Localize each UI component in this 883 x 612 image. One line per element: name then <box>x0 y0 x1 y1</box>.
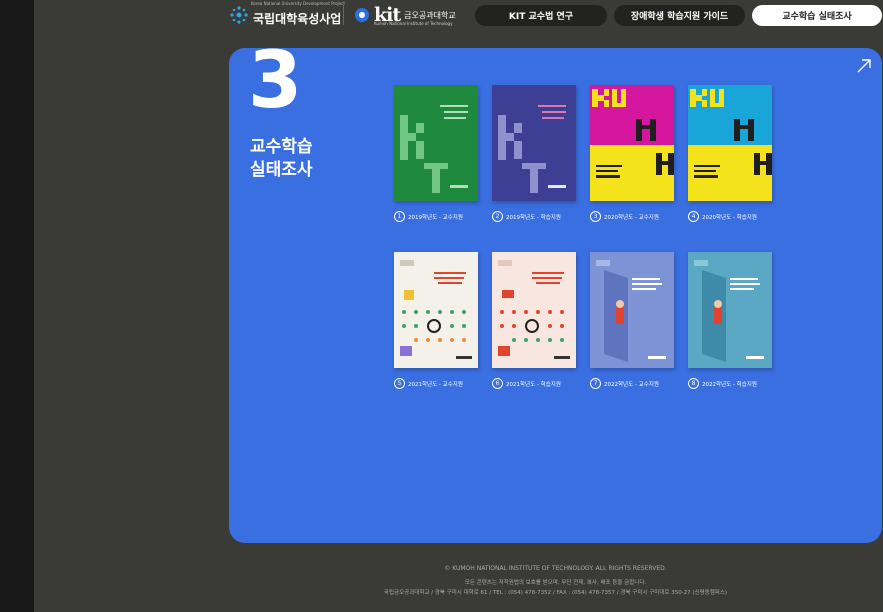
report-cover-7[interactable] <box>590 252 674 368</box>
report-label-8: 2022학년도 - 학습지원 <box>702 381 757 388</box>
report-card-5[interactable]: 5 2021학년도 - 교수지원 <box>394 252 480 389</box>
kit-logo[interactable]: kit 금오공과대학교 Kumoh National Institute of … <box>354 2 456 28</box>
report-cover-2[interactable] <box>492 85 576 201</box>
report-number-8: 8 <box>688 378 699 389</box>
section-number: 3 <box>248 48 303 126</box>
report-card-4[interactable]: 4 2020학년도 - 학습지원 <box>688 85 774 222</box>
report-label-1: 2019학년도 - 교수지원 <box>408 214 463 221</box>
report-label-7: 2022학년도 - 교수지원 <box>604 381 659 388</box>
nav-disabled-student-guide[interactable]: 장애학생 학습지원 가이드 <box>614 5 745 26</box>
report-card-1[interactable]: 1 2019학년도 - 교수지원 <box>394 85 480 222</box>
report-label-2: 2019학년도 - 학습지원 <box>506 214 561 221</box>
footer-notice: 모든 콘텐츠는 저작권법의 보호를 받으며, 무단 전재, 복사, 배포 등을 … <box>464 580 647 586</box>
report-caption-6: 6 2021학년도 - 학습지원 <box>492 378 561 389</box>
report-label-3: 2020학년도 - 교수지원 <box>604 214 659 221</box>
kit-logo-icon <box>355 8 369 22</box>
starburst-logo-icon <box>230 6 248 24</box>
report-cover-6[interactable] <box>492 252 576 368</box>
nav-teaching-learning-survey[interactable]: 교수학습 실태조사 <box>752 5 882 26</box>
report-number-6: 6 <box>492 378 503 389</box>
national-university-logo[interactable]: Korea National University Development Pr… <box>229 1 345 27</box>
footer-address: 국립금오공과대학교 / 경북 구미시 대학로 61 / TEL : (054) … <box>383 590 728 596</box>
report-caption-3: 3 2020학년도 - 교수지원 <box>590 211 659 222</box>
report-label-6: 2021학년도 - 학습지원 <box>506 381 561 388</box>
report-caption-2: 2 2019학년도 - 학습지원 <box>492 211 561 222</box>
report-number-4: 4 <box>688 211 699 222</box>
report-cover-8[interactable] <box>688 252 772 368</box>
report-caption-8: 8 2022학년도 - 학습지원 <box>688 378 757 389</box>
report-card-8[interactable]: 8 2022학년도 - 학습지원 <box>688 252 774 389</box>
report-label-5: 2021학년도 - 교수지원 <box>408 381 463 388</box>
arrow-up-right-icon[interactable] <box>856 58 872 74</box>
report-caption-5: 5 2021학년도 - 교수지원 <box>394 378 463 389</box>
section-title-line1: 교수학습 <box>250 137 313 157</box>
section-title: 교수학습 실태조사 <box>250 136 313 182</box>
footer-copyright: © KUMOH NATIONAL INSTITUTE OF TECHNOLOGY… <box>444 565 667 572</box>
report-card-2[interactable]: 2 2019학년도 - 학습지원 <box>492 85 578 222</box>
header-divider <box>343 5 344 25</box>
report-caption-4: 4 2020학년도 - 학습지원 <box>688 211 757 222</box>
logo1-text: 국립대학육성사업 <box>253 11 342 26</box>
left-dark-strip <box>0 0 34 612</box>
report-label-4: 2020학년도 - 학습지원 <box>702 214 757 221</box>
report-cover-1[interactable] <box>394 85 478 201</box>
report-caption-1: 1 2019학년도 - 교수지원 <box>394 211 463 222</box>
report-cover-4[interactable] <box>688 85 772 201</box>
report-card-7[interactable]: 7 2022학년도 - 교수지원 <box>590 252 676 389</box>
kit-name: 금오공과대학교 <box>404 10 456 20</box>
logo1-small-text: Korea National University Development Pr… <box>251 1 345 6</box>
report-cover-3[interactable] <box>590 85 674 201</box>
report-number-5: 5 <box>394 378 405 389</box>
survey-panel: 3 교수학습 실태조사 1 2019학년도 - 교수지원 2 2019학년도 -… <box>229 48 882 543</box>
report-caption-7: 7 2022학년도 - 교수지원 <box>590 378 659 389</box>
report-number-7: 7 <box>590 378 601 389</box>
nav-kit-teaching-research[interactable]: KIT 교수법 연구 <box>475 5 607 26</box>
report-cover-5[interactable] <box>394 252 478 368</box>
report-number-1: 1 <box>394 211 405 222</box>
kit-subtitle: Kumoh National Institute of Technology <box>374 21 453 26</box>
report-number-2: 2 <box>492 211 503 222</box>
report-card-3[interactable]: 3 2020학년도 - 교수지원 <box>590 85 676 222</box>
report-number-3: 3 <box>590 211 601 222</box>
report-card-6[interactable]: 6 2021학년도 - 학습지원 <box>492 252 578 389</box>
section-title-line2: 실태조사 <box>250 160 313 180</box>
